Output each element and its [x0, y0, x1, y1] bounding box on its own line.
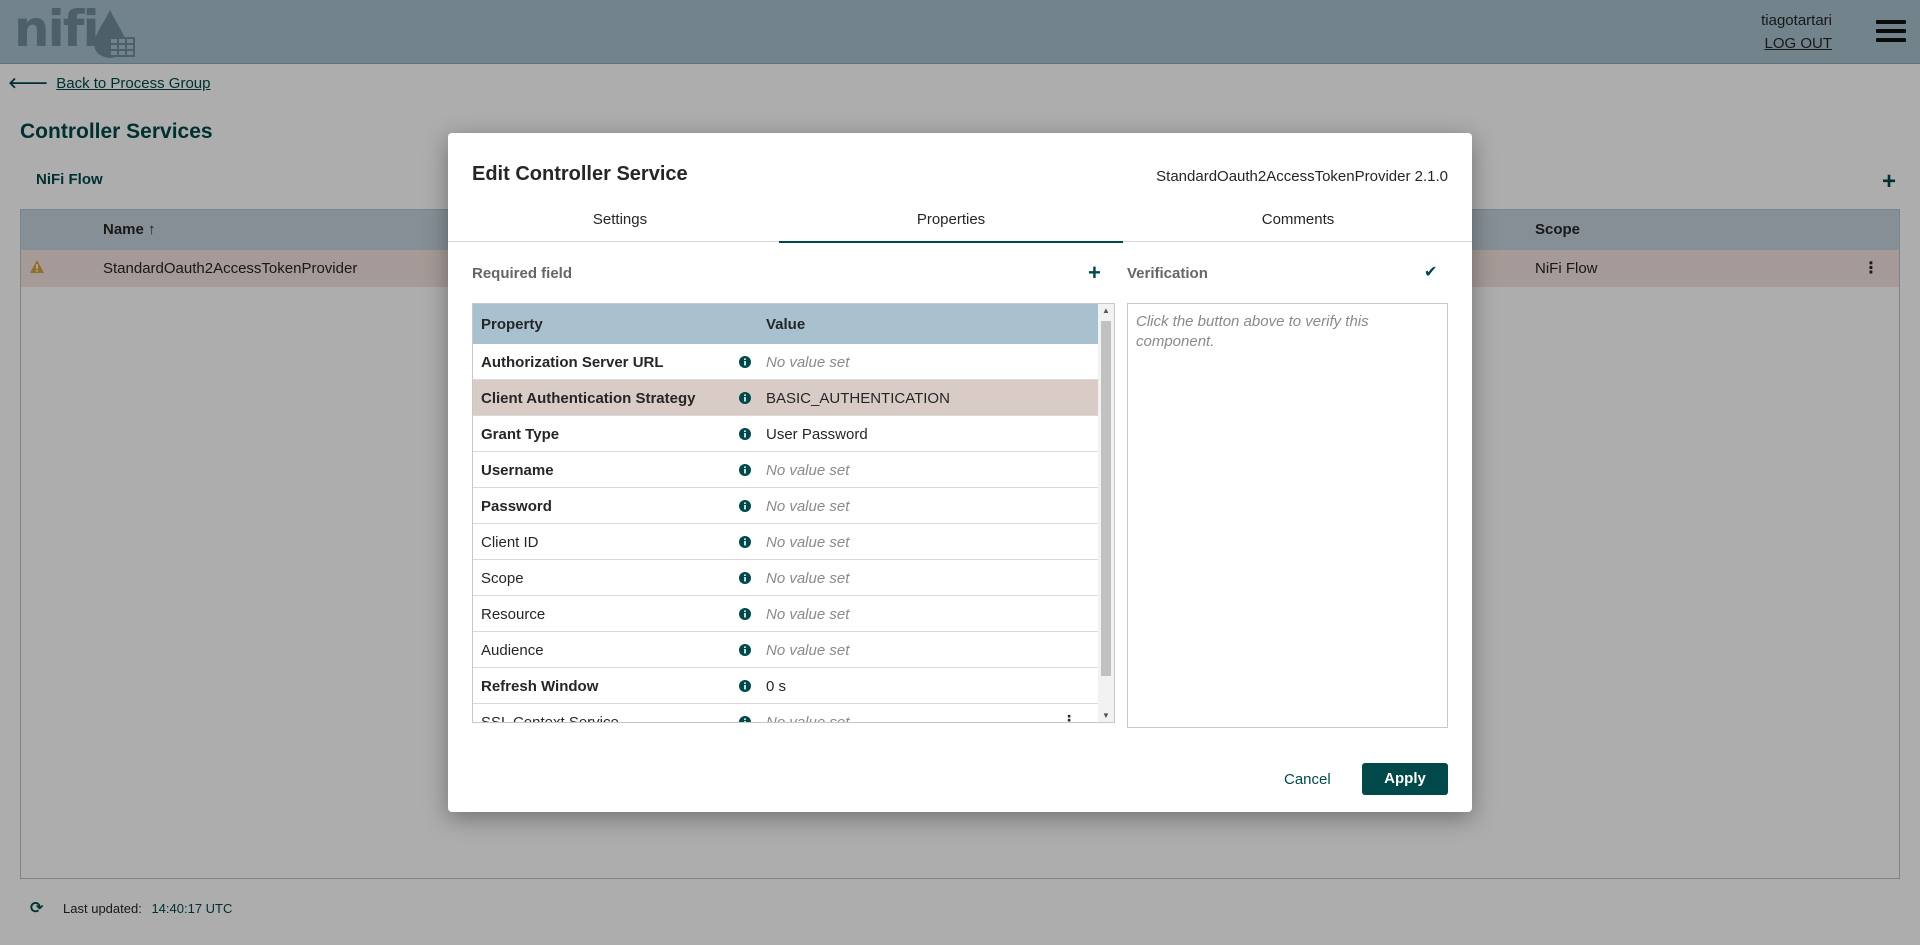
verification-placeholder: Click the button above to verify this co…: [1136, 313, 1369, 350]
property-value[interactable]: No value set: [766, 534, 849, 551]
property-row[interactable]: Username No value set: [473, 452, 1098, 488]
properties-scrollbar[interactable]: ▲ ▼: [1098, 304, 1114, 722]
info-icon[interactable]: [739, 391, 751, 409]
property-row[interactable]: Client Authentication Strategy BASIC_AUTH…: [473, 380, 1098, 416]
property-row[interactable]: Grant Type User Password: [473, 416, 1098, 452]
scroll-thumb[interactable]: [1101, 321, 1111, 676]
scroll-down-icon[interactable]: ▼: [1102, 711, 1110, 720]
property-row[interactable]: Audience No value set: [473, 632, 1098, 668]
info-icon[interactable]: [739, 355, 751, 373]
component-type: StandardOauth2AccessTokenProvider 2.1.0: [1156, 168, 1448, 185]
cancel-button[interactable]: Cancel: [1284, 771, 1331, 788]
property-name: Authorization Server URL: [481, 354, 664, 371]
property-name: Username: [481, 462, 554, 479]
property-row[interactable]: SSL Context Service No value set ⋮: [473, 704, 1098, 723]
property-value[interactable]: BASIC_AUTHENTICATION: [766, 390, 950, 407]
property-value[interactable]: User Password: [766, 426, 868, 443]
add-property-button[interactable]: +: [1088, 260, 1101, 286]
scroll-up-icon[interactable]: ▲: [1102, 306, 1110, 315]
property-value[interactable]: No value set: [766, 642, 849, 659]
verification-results-panel: Click the button above to verify this co…: [1127, 303, 1448, 728]
info-icon[interactable]: [739, 679, 751, 697]
property-row[interactable]: Refresh Window 0 s: [473, 668, 1098, 704]
property-name: Resource: [481, 606, 546, 623]
info-icon[interactable]: [739, 571, 751, 589]
property-row[interactable]: Client ID No value set: [473, 524, 1098, 560]
verify-check-icon[interactable]: ✔: [1424, 262, 1437, 282]
column-header-value: Value: [766, 316, 806, 333]
property-row[interactable]: Authorization Server URL No value set: [473, 344, 1098, 380]
property-name: Refresh Window: [481, 678, 599, 695]
property-name: SSL Context Service: [481, 714, 619, 723]
apply-button[interactable]: Apply: [1362, 763, 1448, 795]
property-name: Scope: [481, 570, 524, 587]
property-value[interactable]: No value set: [766, 714, 849, 722]
dialog-tabs: Settings Properties Comments: [448, 199, 1472, 243]
tab-settings[interactable]: Settings: [448, 199, 792, 241]
property-value[interactable]: No value set: [766, 354, 849, 371]
property-name: Audience: [481, 642, 544, 659]
properties-table-header: Property Value: [473, 304, 1098, 344]
property-value[interactable]: 0 s: [766, 678, 786, 695]
tab-comments[interactable]: Comments: [1126, 199, 1470, 241]
tab-properties[interactable]: Properties: [779, 199, 1123, 243]
column-header-property: Property: [481, 316, 543, 333]
property-row[interactable]: Resource No value set: [473, 596, 1098, 632]
property-row[interactable]: Scope No value set: [473, 560, 1098, 596]
dialog-title: Edit Controller Service: [472, 163, 688, 185]
info-icon[interactable]: [739, 643, 751, 661]
property-value[interactable]: No value set: [766, 462, 849, 479]
edit-controller-service-dialog: Edit Controller Service StandardOauth2Ac…: [448, 133, 1472, 812]
info-icon[interactable]: [739, 607, 751, 625]
property-name: Password: [481, 498, 552, 515]
info-icon[interactable]: [739, 463, 751, 481]
info-icon[interactable]: [739, 427, 751, 445]
property-name: Client Authentication Strategy: [481, 390, 696, 407]
property-value[interactable]: No value set: [766, 570, 849, 587]
property-row[interactable]: Password No value set: [473, 488, 1098, 524]
info-icon[interactable]: [739, 715, 751, 722]
info-icon[interactable]: [739, 535, 751, 553]
property-name: Grant Type: [481, 426, 560, 443]
property-value[interactable]: No value set: [766, 606, 849, 623]
property-value[interactable]: No value set: [766, 498, 849, 515]
verification-label: Verification: [1127, 265, 1208, 282]
info-icon[interactable]: [739, 499, 751, 517]
required-field-label: Required field: [472, 265, 573, 282]
properties-table: Property Value Authorization Server URL N…: [472, 303, 1115, 723]
property-name: Client ID: [481, 534, 539, 551]
property-menu-icon[interactable]: ⋮: [1062, 712, 1076, 722]
